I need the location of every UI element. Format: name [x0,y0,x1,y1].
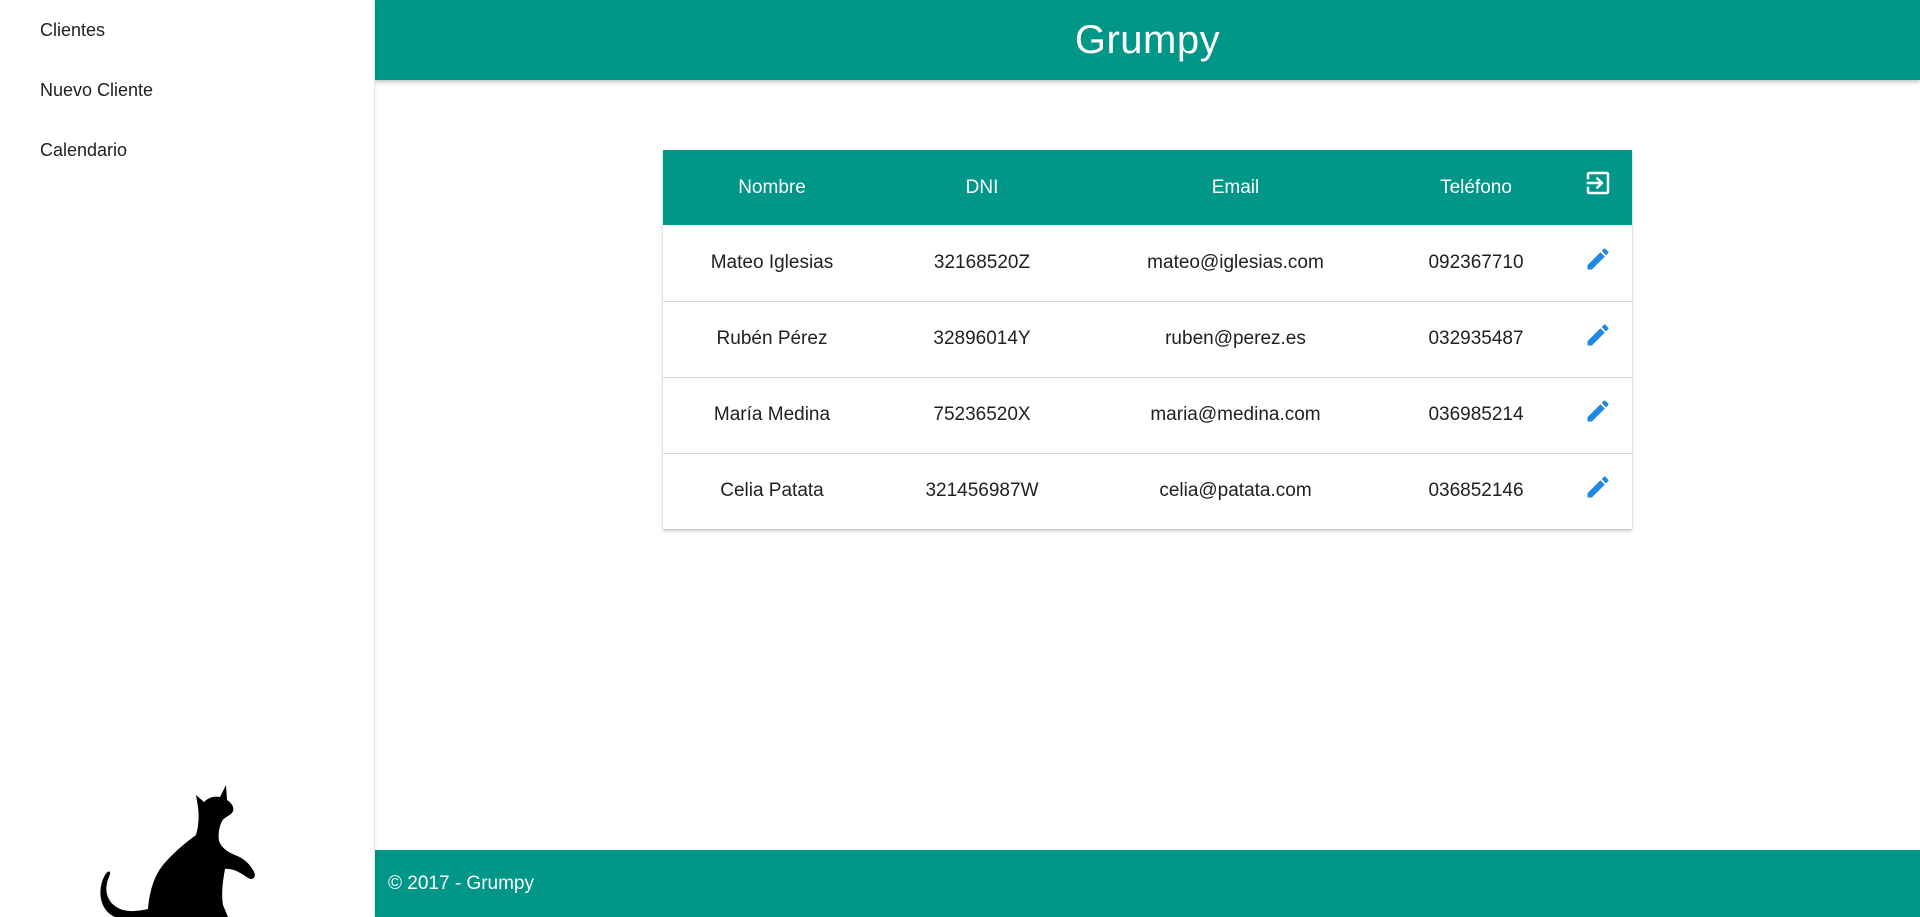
cell-email: ruben@perez.es [1165,328,1306,349]
header-action-cell [1564,150,1632,225]
clients-table-card: Nombre DNI Email Teléfono Mateo Iglesias… [663,150,1632,529]
sidebar-item-label: Calendario [40,140,128,160]
table-row: Mateo Iglesias 32168520Z mateo@iglesias.… [663,225,1632,301]
sidebar-item-label: Nuevo Cliente [40,80,154,100]
column-header-email: Email [1211,176,1260,198]
cell-dni: 32896014Y [933,328,1031,349]
cell-nombre: Celia Patata [720,480,824,502]
cell-dni: 32168520Z [933,251,1031,273]
edit-pencil-icon[interactable] [1580,241,1616,277]
footer-copyright: © 2017 - Grumpy [388,872,534,894]
column-header-dni: DNI [965,176,999,198]
sidebar-item-nuevo-cliente[interactable]: Nuevo Cliente [0,78,374,138]
cell-telefono: 092367710 [1428,251,1524,273]
app-footer: © 2017 - Grumpy [375,850,1920,917]
edit-pencil-icon[interactable] [1580,393,1616,429]
cell-email: maria@medina.com [1150,404,1321,425]
sidebar-item-label: Clientes [40,20,106,40]
app-header: Grumpy [375,0,1920,80]
cell-actions [1564,225,1632,301]
cell-actions [1564,377,1632,453]
table-row: María Medina 75236520X maria@medina.com … [663,377,1632,453]
cell-actions [1564,301,1632,377]
table-row: Rubén Pérez 32896014Y ruben@perez.es 032… [663,301,1632,377]
cat-silhouette-image [100,785,255,917]
table-header-row: Nombre DNI Email Teléfono [663,150,1632,225]
cell-dni: 75236520X [933,404,1031,425]
cell-nombre: Mateo Iglesias [710,251,834,273]
edit-pencil-icon[interactable] [1580,469,1616,505]
app-title: Grumpy [1074,17,1221,62]
sidebar: Clientes Nuevo Cliente Calendario [0,0,375,917]
clients-table: Nombre DNI Email Teléfono Mateo Iglesias… [663,150,1632,529]
sidebar-item-calendario[interactable]: Calendario [0,138,374,198]
logout-icon[interactable] [1580,165,1616,201]
cell-telefono: 036985214 [1428,404,1524,425]
cell-telefono: 032935487 [1428,328,1524,349]
column-header-telefono: Teléfono [1440,176,1512,198]
table-row: Celia Patata 321456987W celia@patata.com… [663,453,1632,529]
column-header-nombre: Nombre [738,176,806,198]
sidebar-nav: Clientes Nuevo Cliente Calendario [0,0,374,198]
cell-nombre: María Medina [713,404,831,425]
cell-email: celia@patata.com [1159,480,1312,502]
cell-nombre: Rubén Pérez [716,328,828,349]
cell-dni: 321456987W [925,480,1039,502]
cell-telefono: 036852146 [1428,480,1524,502]
edit-pencil-icon[interactable] [1580,317,1616,353]
cell-email: mateo@iglesias.com [1147,251,1324,273]
cell-actions [1564,453,1632,529]
sidebar-item-clientes[interactable]: Clientes [0,18,374,78]
